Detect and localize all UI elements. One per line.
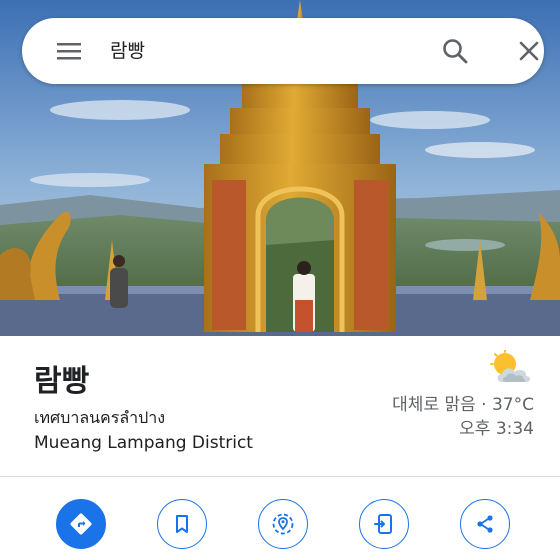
send-to-phone-icon <box>374 514 392 534</box>
bookmark-icon <box>176 515 188 533</box>
place-local-name: เทศบาลนครลำปาง <box>34 408 166 427</box>
action-bar <box>0 477 560 560</box>
place-title: 람빵 <box>34 364 90 399</box>
directions-button[interactable] <box>56 499 106 549</box>
search-icon[interactable] <box>440 36 470 66</box>
send-to-phone-button[interactable] <box>359 499 409 549</box>
weather-condition: 대체로 맑음 · 37°C <box>392 395 534 415</box>
search-query-text[interactable]: 람빵 <box>110 35 145 67</box>
save-button[interactable] <box>157 499 207 549</box>
close-icon[interactable] <box>514 36 544 66</box>
share-icon <box>477 515 493 533</box>
nearby-button[interactable] <box>258 499 308 549</box>
hamburger-menu-icon[interactable] <box>54 36 84 66</box>
nearby-icon <box>272 513 294 535</box>
partly-cloudy-icon <box>488 349 534 386</box>
local-time: 오후 3:34 <box>459 419 534 439</box>
search-bar[interactable]: 람빵 <box>22 18 544 84</box>
place-info-panel: 람빵 เทศบาลนครลำปาง Mueang Lampang Distric… <box>0 336 560 476</box>
share-button[interactable] <box>460 499 510 549</box>
directions-icon <box>70 513 92 535</box>
place-district: Mueang Lampang District <box>34 433 253 453</box>
